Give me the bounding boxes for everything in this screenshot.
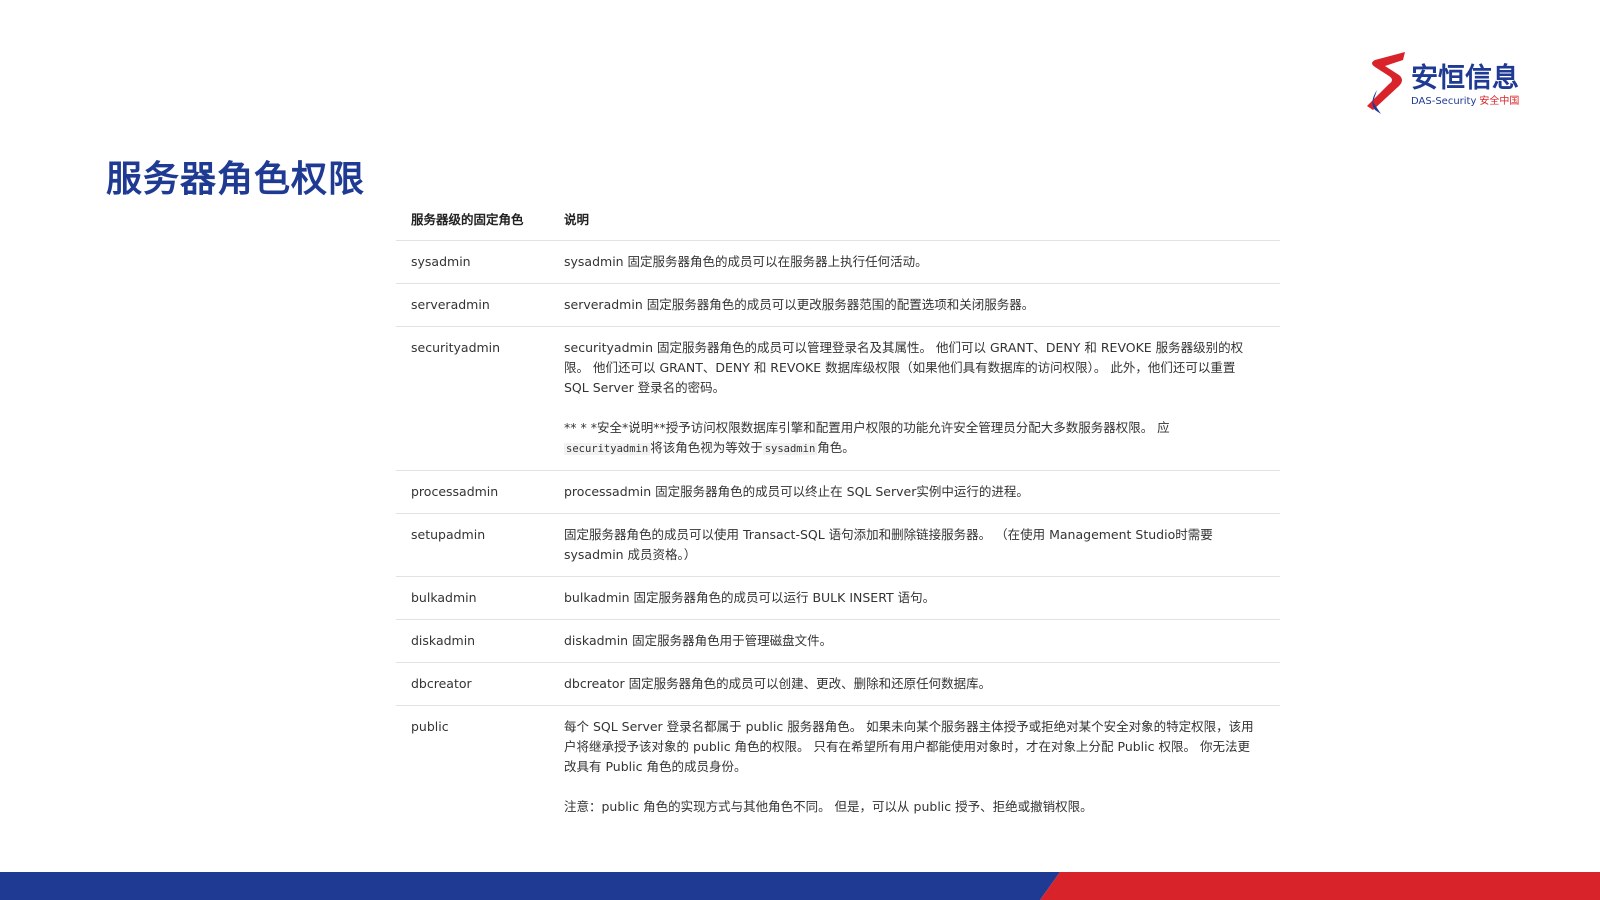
- logo: 安恒信息 DAS-Security 安全中国: [1365, 50, 1525, 116]
- role-description: securityadmin 固定服务器角色的成员可以管理登录名及其属性。 他们可…: [564, 338, 1280, 459]
- description-text: 固定服务器角色的成员可以使用 Transact-SQL 语句添加和删除链接服务器…: [564, 527, 1213, 562]
- description-text: securityadmin 固定服务器角色的成员可以管理登录名及其属性。 他们可…: [564, 340, 1244, 395]
- role-name: diskadmin: [411, 633, 476, 648]
- footer-band: [0, 872, 1600, 900]
- description-text: sysadmin 固定服务器角色的成员可以在服务器上执行任何活动。: [564, 254, 928, 269]
- role-name: dbcreator: [411, 676, 472, 691]
- logo-name: 安恒信息: [1411, 63, 1519, 94]
- role-description: 固定服务器角色的成员可以使用 Transact-SQL 语句添加和删除链接服务器…: [564, 525, 1280, 565]
- role-description: processadmin 固定服务器角色的成员可以终止在 SQL Server实…: [564, 482, 1280, 502]
- security-note: ** * *安全*说明**授予访问权限数据库引擎和配置用户权限的功能允许安全管理…: [564, 418, 1260, 459]
- role-description: serveradmin 固定服务器角色的成员可以更改服务器范围的配置选项和关闭服…: [564, 295, 1280, 315]
- note-text: 角色。: [817, 440, 855, 455]
- logo-sub-en: DAS-Security: [1411, 96, 1477, 107]
- note-text: ** * *安全*说明**授予访问权限数据库引擎和配置用户权限的功能允许安全管理…: [564, 420, 1170, 435]
- table-row: diskadmin diskadmin 固定服务器角色用于管理磁盘文件。: [396, 620, 1280, 663]
- role-name: serveradmin: [411, 297, 490, 312]
- roles-table: 服务器级的固定角色 说明 sysadmin sysadmin 固定服务器角色的成…: [396, 205, 1280, 828]
- role-name: processadmin: [411, 484, 499, 499]
- table-header-row: 服务器级的固定角色 说明: [396, 205, 1280, 241]
- role-description: sysadmin 固定服务器角色的成员可以在服务器上执行任何活动。: [564, 252, 1280, 272]
- table-row: dbcreator dbcreator 固定服务器角色的成员可以创建、更改、删除…: [396, 663, 1280, 706]
- role-description: bulkadmin 固定服务器角色的成员可以运行 BULK INSERT 语句。: [564, 588, 1280, 608]
- code-securityadmin: securityadmin: [564, 443, 651, 455]
- description-text: dbcreator 固定服务器角色的成员可以创建、更改、删除和还原任何数据库。: [564, 676, 992, 691]
- role-name: securityadmin: [411, 340, 501, 355]
- description-text: bulkadmin 固定服务器角色的成员可以运行 BULK INSERT 语句。: [564, 590, 936, 605]
- slide-title: 服务器角色权限: [106, 159, 366, 200]
- table-row: setupadmin 固定服务器角色的成员可以使用 Transact-SQL 语…: [396, 514, 1280, 577]
- description-text: processadmin 固定服务器角色的成员可以终止在 SQL Server实…: [564, 484, 1029, 499]
- role-description: dbcreator 固定服务器角色的成员可以创建、更改、删除和还原任何数据库。: [564, 674, 1280, 694]
- description-text: serveradmin 固定服务器角色的成员可以更改服务器范围的配置选项和关闭服…: [564, 297, 1035, 312]
- description-text: 每个 SQL Server 登录名都属于 public 服务器角色。 如果未向某…: [564, 719, 1254, 774]
- description-text: diskadmin 固定服务器角色用于管理磁盘文件。: [564, 633, 833, 648]
- logo-sub-cn: 安全中国: [1479, 96, 1520, 107]
- role-name: public: [411, 719, 449, 734]
- table-row: processadmin processadmin 固定服务器角色的成员可以终止…: [396, 471, 1280, 514]
- column-header-description: 说明: [564, 212, 590, 227]
- logo-mark-icon: [1367, 52, 1405, 114]
- role-description: 每个 SQL Server 登录名都属于 public 服务器角色。 如果未向某…: [564, 717, 1280, 817]
- table-row: securityadmin securityadmin 固定服务器角色的成员可以…: [396, 327, 1280, 471]
- table-row: serveradmin serveradmin 固定服务器角色的成员可以更改服务…: [396, 284, 1280, 327]
- role-description: diskadmin 固定服务器角色用于管理磁盘文件。: [564, 631, 1280, 651]
- role-name: sysadmin: [411, 254, 471, 269]
- table-row: bulkadmin bulkadmin 固定服务器角色的成员可以运行 BULK …: [396, 577, 1280, 620]
- logo-subtitle: DAS-Security 安全中国: [1411, 92, 1519, 107]
- role-name: setupadmin: [411, 527, 486, 542]
- column-header-role: 服务器级的固定角色: [411, 212, 524, 227]
- note-text: 将该角色视为等效于: [650, 440, 763, 455]
- role-name: bulkadmin: [411, 590, 477, 605]
- code-sysadmin: sysadmin: [762, 443, 818, 455]
- table-row: sysadmin sysadmin 固定服务器角色的成员可以在服务器上执行任何活…: [396, 241, 1280, 284]
- table-row: public 每个 SQL Server 登录名都属于 public 服务器角色…: [396, 706, 1280, 828]
- description-note: 注意：public 角色的实现方式与其他角色不同。 但是，可以从 public …: [564, 799, 1093, 814]
